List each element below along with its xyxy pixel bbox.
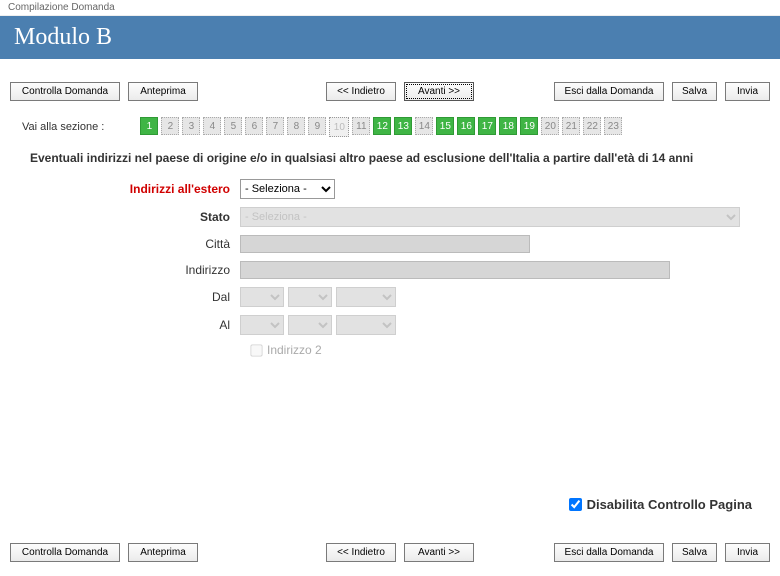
al-day-select [240,315,284,335]
section-16[interactable]: 16 [457,117,475,135]
section-12[interactable]: 12 [373,117,391,135]
esci-button-bottom[interactable]: Esci dalla Domanda [554,543,664,562]
sections-label: Vai alla sezione : [22,121,104,133]
section-22[interactable]: 22 [583,117,601,135]
avanti-button[interactable]: Avanti >> [404,82,474,101]
indietro-button-bottom[interactable]: << Indietro [326,543,396,562]
section-9[interactable]: 9 [308,117,326,135]
citta-label: Città [30,237,240,251]
section-20[interactable]: 20 [541,117,559,135]
invia-button-bottom[interactable]: Invia [725,543,770,562]
section-8[interactable]: 8 [287,117,305,135]
salva-button[interactable]: Salva [672,82,717,101]
section-7[interactable]: 7 [266,117,284,135]
section-2[interactable]: 2 [161,117,179,135]
instruction-text: Eventuali indirizzi nel paese di origine… [30,151,750,165]
indirizzo2-label: Indirizzo 2 [267,343,322,357]
section-nav: Vai alla sezione : 123456789101112131415… [0,117,780,151]
section-23[interactable]: 23 [604,117,622,135]
al-year-select [336,315,396,335]
section-1[interactable]: 1 [140,117,158,135]
indietro-button[interactable]: << Indietro [326,82,396,101]
invia-button[interactable]: Invia [725,82,770,101]
section-11[interactable]: 11 [352,117,370,135]
toolbar-bottom: Controlla Domanda Anteprima << Indietro … [0,538,780,566]
dal-label: Dal [30,290,240,304]
section-15[interactable]: 15 [436,117,454,135]
disable-page-control-checkbox[interactable] [569,498,582,511]
toolbar-top: Controlla Domanda Anteprima << Indietro … [0,77,780,105]
section-19[interactable]: 19 [520,117,538,135]
indirizzi-estero-label: Indirizzi all'estero [30,182,240,196]
salva-button-bottom[interactable]: Salva [672,543,717,562]
section-18[interactable]: 18 [499,117,517,135]
indirizzo-input [240,261,670,279]
stato-label: Stato [30,210,240,224]
breadcrumb: Compilazione Domanda [0,0,780,16]
avanti-button-bottom[interactable]: Avanti >> [404,543,474,562]
section-14[interactable]: 14 [415,117,433,135]
citta-input [240,235,530,253]
section-21[interactable]: 21 [562,117,580,135]
controlla-domanda-button-bottom[interactable]: Controlla Domanda [10,543,120,562]
stato-select: - Seleziona - [240,207,740,227]
anteprima-button-bottom[interactable]: Anteprima [128,543,198,562]
esci-button[interactable]: Esci dalla Domanda [554,82,664,101]
anteprima-button[interactable]: Anteprima [128,82,198,101]
disable-page-control-label: Disabilita Controllo Pagina [587,497,752,512]
section-17[interactable]: 17 [478,117,496,135]
dal-year-select [336,287,396,307]
section-5[interactable]: 5 [224,117,242,135]
section-4[interactable]: 4 [203,117,221,135]
section-10: 10 [329,117,349,137]
section-3[interactable]: 3 [182,117,200,135]
dal-month-select [288,287,332,307]
section-13[interactable]: 13 [394,117,412,135]
indirizzi-estero-select[interactable]: - Seleziona - [240,179,335,199]
indirizzo2-checkbox [250,344,262,356]
al-month-select [288,315,332,335]
section-6[interactable]: 6 [245,117,263,135]
controlla-domanda-button[interactable]: Controlla Domanda [10,82,120,101]
al-label: Al [30,318,240,332]
page-title: Modulo B [0,16,780,59]
dal-day-select [240,287,284,307]
indirizzo-label: Indirizzo [30,263,240,277]
